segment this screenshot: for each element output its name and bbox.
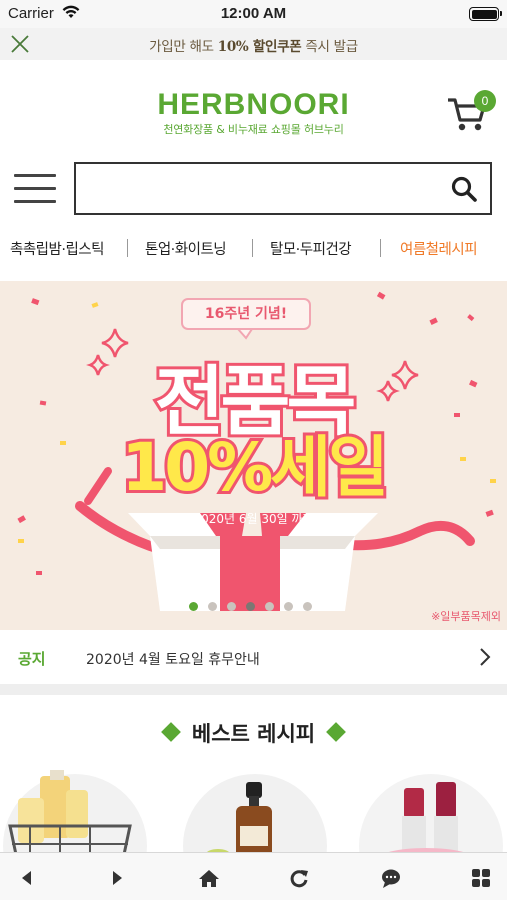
forward-icon[interactable] <box>106 867 128 889</box>
banner-date: 2020년 6월 30일 까지 <box>193 512 314 526</box>
menu-bar <box>14 200 56 203</box>
carousel-dot[interactable] <box>303 602 312 611</box>
refresh-icon[interactable] <box>288 867 310 889</box>
cart-count-badge: 0 <box>474 90 496 112</box>
back-icon[interactable] <box>16 867 38 889</box>
banner-note: ※일부품목제외 <box>431 610 501 623</box>
category-divider <box>380 239 381 257</box>
carousel-dot[interactable] <box>208 602 217 611</box>
browser-toolbar <box>0 852 507 900</box>
notice-row[interactable]: 공지 2020년 4월 토요일 휴무안내 <box>0 630 507 684</box>
promo-text[interactable]: 가입만 해도 10% 할인쿠폰 즉시 발급 <box>0 35 507 55</box>
category-scalp[interactable]: 탈모·두피건강 <box>270 238 352 259</box>
carousel-dot[interactable] <box>284 602 293 611</box>
promo-suffix: 즉시 발급 <box>301 39 358 55</box>
carousel-dot[interactable] <box>246 602 255 611</box>
status-bar: Carrier 12:00 AM <box>0 0 507 28</box>
carousel-dot[interactable] <box>227 602 236 611</box>
category-divider <box>127 239 128 257</box>
notice-text[interactable]: 2020년 4월 토요일 휴무안내 <box>86 649 260 669</box>
category-divider <box>252 239 253 257</box>
banner-badge: 16주년 기념! <box>204 306 288 322</box>
promo-highlight: 10% 할인쿠폰 <box>217 39 302 55</box>
carousel-dot[interactable] <box>265 602 274 611</box>
carousel-dot[interactable] <box>189 602 198 611</box>
clock: 12:00 AM <box>220 5 287 22</box>
menu-button[interactable] <box>14 174 56 206</box>
home-icon[interactable] <box>198 867 220 889</box>
category-lipbalm[interactable]: 촉촉립밤·립스틱 <box>10 238 105 259</box>
chat-icon[interactable] <box>380 867 402 889</box>
search-input[interactable] <box>84 172 444 206</box>
logo-tagline: 천연화장품 & 비누재료 쇼핑몰 허브누리 <box>163 123 344 136</box>
category-summer-recipe[interactable]: 여름철레시피 <box>400 238 478 259</box>
best-recipe-title: 베스트 레시피 <box>191 722 316 746</box>
banner-subtitle: 10%세일 <box>118 426 391 509</box>
grid-menu-icon[interactable] <box>470 867 492 889</box>
promo-bar[interactable]: 가입만 해도 10% 할인쿠폰 즉시 발급 <box>0 28 507 60</box>
chevron-right-icon[interactable] <box>479 647 491 667</box>
menu-bar <box>14 187 56 190</box>
best-recipe-heading: 베스트 레시피 <box>0 718 507 748</box>
search-icon[interactable] <box>450 175 478 203</box>
category-nav: 촉촉립밤·립스틱 톤업·화이트닝 탈모·두피건강 여름철레시피 <box>0 236 507 262</box>
promo-banner[interactable]: 16주년 기념! 전품목 10%세일 2020년 6월 30일 까지 ※일부품목… <box>0 281 507 630</box>
diamond-icon <box>326 722 347 742</box>
section-divider <box>0 684 507 695</box>
notice-label: 공지 <box>18 650 46 668</box>
logo-wordmark: HERBNOORI <box>157 88 350 121</box>
site-logo[interactable]: HERBNOORI 천연화장품 & 비누재료 쇼핑몰 허브누리 <box>0 88 507 137</box>
promo-prefix: 가입만 해도 <box>149 39 218 55</box>
battery-icon <box>469 7 502 21</box>
search-box <box>74 162 492 215</box>
menu-bar <box>14 174 56 177</box>
category-toneup[interactable]: 톤업·화이트닝 <box>145 238 227 259</box>
diamond-icon <box>160 722 181 742</box>
